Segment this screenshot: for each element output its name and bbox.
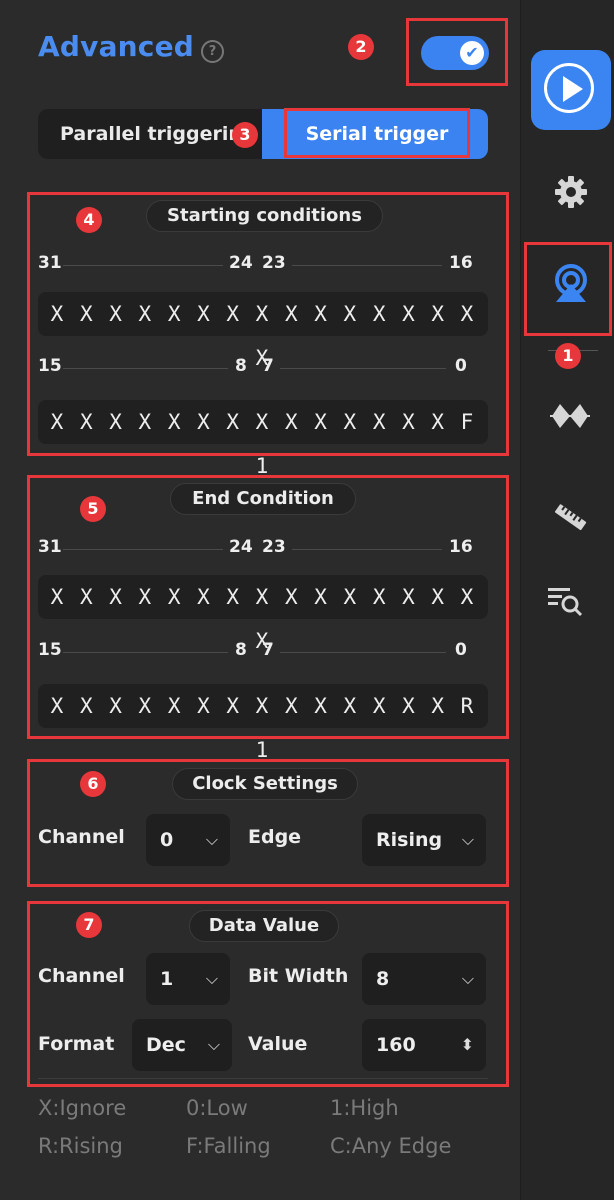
end-high-bits[interactable]: X X X X X X X X X X X X X X X X: [38, 575, 488, 653]
bit-label-24: 24: [229, 253, 253, 273]
end-low-bits[interactable]: X X X X X X X X X X X X X X R 1: [38, 684, 488, 762]
divider: [38, 1078, 488, 1079]
tab-parallel-triggering[interactable]: Parallel triggering: [38, 109, 263, 159]
annotation-badge-1: 1: [555, 343, 581, 369]
bit-label-31: 31: [38, 537, 62, 557]
start-high-bits[interactable]: X X X X X X X X X X X X X X X X: [38, 292, 488, 370]
value-input[interactable]: 160: [376, 1034, 416, 1056]
chevron-down-icon: ⌵: [461, 830, 474, 849]
play-icon-triangle: [563, 76, 583, 102]
bit-label-23: 23: [262, 537, 286, 557]
chevron-down-icon: ⌵: [205, 830, 218, 849]
bit-label-16: 16: [449, 253, 473, 273]
ruler-icon[interactable]: [552, 500, 588, 536]
chevron-down-icon: ⌵: [207, 1035, 220, 1054]
starting-conditions-title: Starting conditions: [146, 200, 383, 232]
start-low-bits[interactable]: X X X X X X X X X X X X X X F 1: [38, 400, 488, 478]
clock-channel-value: 0: [160, 829, 174, 851]
ruler-line: [63, 265, 223, 266]
clock-settings-title: Clock Settings: [172, 768, 358, 800]
check-icon: ✔: [460, 41, 484, 65]
legend-rising: R:Rising: [38, 1134, 123, 1158]
annotation-badge-6: 6: [80, 771, 106, 797]
data-value-title: Data Value: [189, 910, 339, 942]
bit-label-24: 24: [229, 537, 253, 557]
value-stepper[interactable]: 160 ⬍: [362, 1019, 486, 1071]
annotation-badge-5: 5: [80, 496, 106, 522]
bit-label-7: 7: [262, 640, 274, 660]
trigger-icon[interactable]: [546, 260, 596, 310]
bit-width-select[interactable]: 8 ⌵: [362, 953, 486, 1005]
bit-label-31: 31: [38, 253, 62, 273]
bit-label-8: 8: [235, 356, 247, 376]
annotation-badge-3: 3: [232, 122, 258, 148]
clock-edge-label: Edge: [248, 826, 302, 848]
ruler-line: [280, 368, 446, 369]
data-channel-value: 1: [160, 968, 174, 990]
value-label: Value: [248, 1033, 308, 1055]
end-condition-title: End Condition: [170, 483, 356, 515]
run-button[interactable]: [531, 50, 611, 130]
ruler-line: [63, 368, 228, 369]
data-channel-select[interactable]: 1 ⌵: [146, 953, 230, 1005]
legend-ignore: X:Ignore: [38, 1096, 127, 1120]
chevron-down-icon: ⌵: [205, 969, 218, 988]
ruler-line: [280, 652, 446, 653]
advanced-toggle[interactable]: ✔: [421, 36, 489, 70]
bit-label-15: 15: [38, 640, 62, 660]
legend-high: 1:High: [330, 1096, 399, 1120]
data-channel-label: Channel: [38, 965, 125, 987]
help-icon[interactable]: ?: [201, 40, 224, 63]
bit-label-15: 15: [38, 356, 62, 376]
ruler-line: [292, 265, 442, 266]
legend-falling: F:Falling: [186, 1134, 271, 1158]
bit-label-23: 23: [262, 253, 286, 273]
clock-channel-label: Channel: [38, 826, 125, 848]
chevron-down-icon: ⌵: [461, 969, 474, 988]
legend-any-edge: C:Any Edge: [330, 1134, 452, 1158]
format-value: Dec: [146, 1034, 186, 1056]
ruler-line: [63, 652, 228, 653]
bit-width-value: 8: [376, 968, 390, 990]
bit-label-0: 0: [455, 640, 467, 660]
annotation-badge-7: 7: [76, 912, 102, 938]
clock-edge-select[interactable]: Rising ⌵: [362, 814, 486, 866]
bit-width-label: Bit Width: [248, 965, 349, 987]
ruler-line: [292, 549, 442, 550]
format-select[interactable]: Dec ⌵: [132, 1019, 232, 1071]
annotation-badge-2: 2: [348, 34, 374, 60]
tab-serial-trigger[interactable]: Serial trigger: [288, 111, 466, 157]
clock-edge-value: Rising: [376, 829, 443, 851]
bit-label-0: 0: [455, 356, 467, 376]
bit-label-16: 16: [449, 537, 473, 557]
annotation-badge-4: 4: [76, 207, 102, 233]
gear-icon[interactable]: [551, 172, 591, 212]
format-label: Format: [38, 1033, 115, 1055]
bit-label-7: 7: [262, 356, 274, 376]
legend-low: 0:Low: [186, 1096, 248, 1120]
stepper-icon[interactable]: ⬍: [461, 1019, 474, 1071]
measure-wave-icon[interactable]: [548, 398, 592, 434]
bit-label-8: 8: [235, 640, 247, 660]
ruler-line: [63, 549, 223, 550]
clock-channel-select[interactable]: 0 ⌵: [146, 814, 230, 866]
panel-title: Advanced: [38, 30, 195, 63]
search-list-icon[interactable]: [545, 580, 585, 620]
